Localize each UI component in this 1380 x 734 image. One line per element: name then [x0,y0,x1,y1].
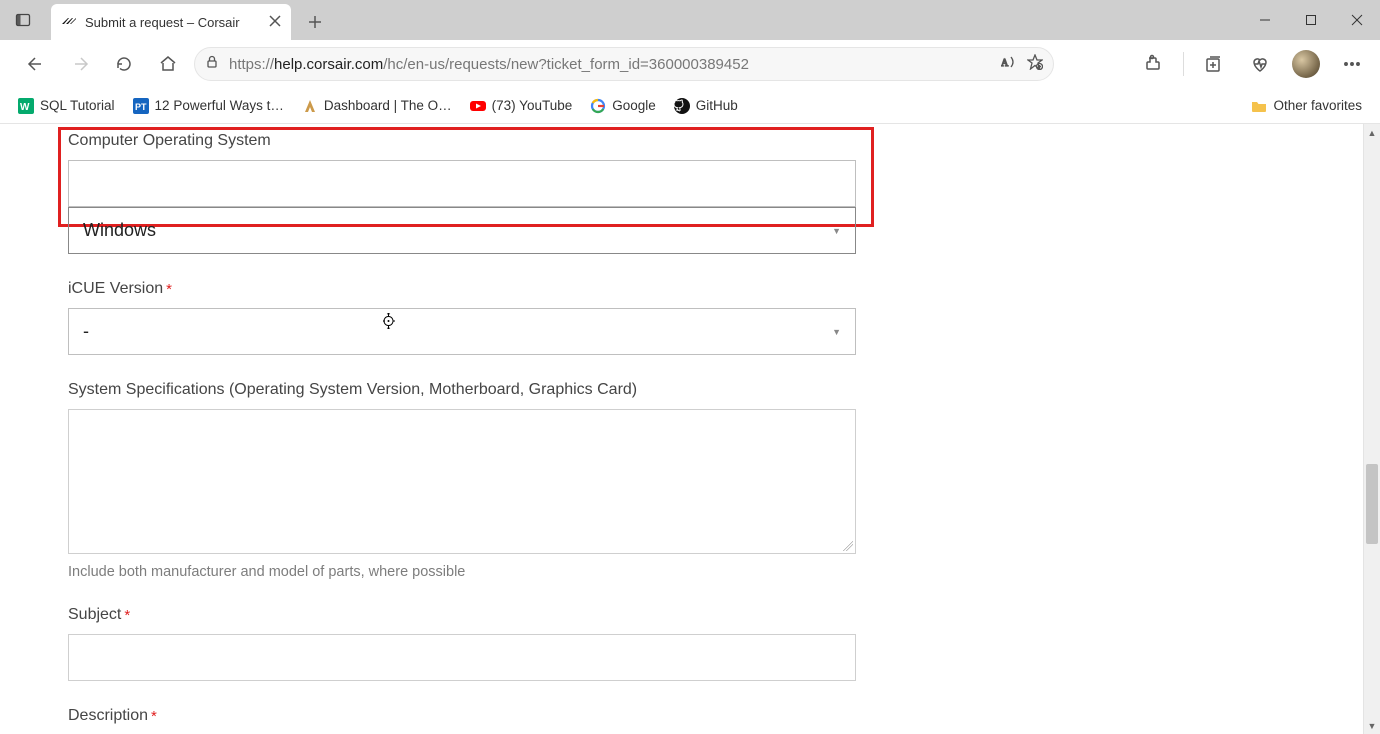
svg-text:A: A [1001,58,1009,69]
scroll-thumb[interactable] [1366,464,1378,545]
youtube-icon [470,98,486,114]
subject-input[interactable] [68,634,856,681]
icue-select[interactable]: - ▼ [68,308,856,355]
corsair-favicon [61,13,77,32]
new-tab-button[interactable] [297,4,333,40]
w3-icon: W [18,98,34,114]
bookmark-label: SQL Tutorial [40,98,115,113]
bookmark-label: Dashboard | The O… [324,98,452,113]
svg-text:PT: PT [135,102,147,112]
lock-icon [205,55,219,74]
read-aloud-icon[interactable]: A [1001,54,1017,75]
specs-helper: Include both manufacturer and model of p… [68,564,1363,580]
bookmark-sql-tutorial[interactable]: W SQL Tutorial [18,98,115,114]
description-label: Description* [68,707,1363,725]
maximize-button[interactable] [1288,0,1334,40]
scroll-up-button[interactable]: ▲ [1364,124,1380,141]
specs-label: System Specifications (Operating System … [68,381,1363,399]
bookmark-12-powerful-ways[interactable]: PT 12 Powerful Ways t… [133,98,284,114]
other-favorites-label: Other favorites [1273,98,1362,113]
folder-icon [1251,98,1267,114]
bookmark-github[interactable]: GitHub [674,98,738,114]
icue-select-value: - [83,321,89,342]
page-content: Computer Operating System Windows ▼ iCUE… [0,124,1363,734]
os-select[interactable]: Windows ▼ [68,207,856,254]
home-button[interactable] [150,46,186,82]
close-window-button[interactable] [1334,0,1380,40]
bookmark-label: (73) YouTube [492,98,573,113]
url-text: https://help.corsair.com/hc/en-us/reques… [229,56,991,73]
window-controls [1242,0,1380,40]
refresh-button[interactable] [106,46,142,82]
extensions-button[interactable] [1137,48,1169,80]
forward-button [62,46,98,82]
bookmark-label: Google [612,98,656,113]
bookmarks-bar: W SQL Tutorial PT 12 Powerful Ways t… Da… [0,88,1380,124]
os-label: Computer Operating System [68,132,1363,150]
address-bar: https://help.corsair.com/hc/en-us/reques… [0,40,1380,88]
scrollbar[interactable]: ▲ ▼ [1363,124,1380,734]
icue-label: iCUE Version* [68,280,1363,298]
browser-tab[interactable]: Submit a request – Corsair [51,4,291,40]
specs-textarea[interactable] [68,409,856,554]
close-tab-icon[interactable] [269,15,281,30]
subject-label: Subject* [68,606,1363,624]
other-favorites[interactable]: Other favorites [1251,98,1362,114]
google-icon [590,98,606,114]
tab-title: Submit a request – Corsair [85,15,261,30]
bookmark-youtube[interactable]: (73) YouTube [470,98,573,114]
pt-icon: PT [133,98,149,114]
bookmark-google[interactable]: Google [590,98,656,114]
tab-strip: Submit a request – Corsair [0,0,1380,40]
github-icon [674,98,690,114]
back-button[interactable] [18,46,54,82]
svg-text:W: W [20,102,30,113]
menu-button[interactable] [1336,48,1368,80]
tab-actions-button[interactable] [0,0,45,40]
os-select-value: Windows [83,220,156,241]
odin-icon [302,98,318,114]
bookmark-label: 12 Powerful Ways t… [155,98,284,113]
health-button[interactable] [1244,48,1276,80]
omnibox[interactable]: https://help.corsair.com/hc/en-us/reques… [194,47,1054,81]
scroll-down-button[interactable]: ▼ [1364,717,1380,734]
collections-button[interactable] [1198,48,1230,80]
bookmark-label: GitHub [696,98,738,113]
bookmark-dashboard-odin[interactable]: Dashboard | The O… [302,98,452,114]
chevron-down-icon: ▼ [832,327,841,337]
chevron-down-icon: ▼ [832,226,841,236]
profile-avatar[interactable] [1290,48,1322,80]
minimize-button[interactable] [1242,0,1288,40]
favorite-icon[interactable] [1027,54,1043,75]
